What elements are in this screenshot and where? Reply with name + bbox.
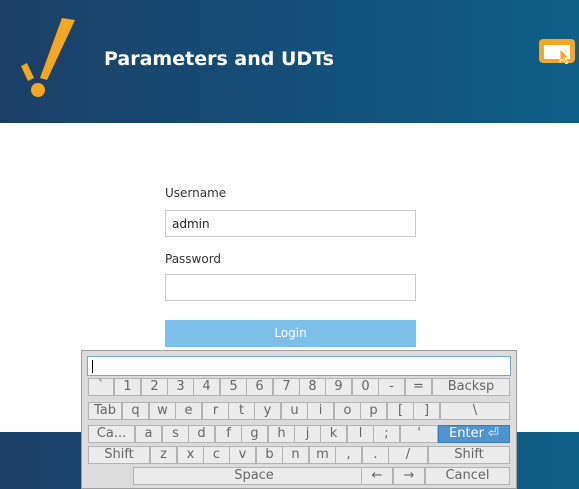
key-6[interactable]: 6 <box>246 378 273 396</box>
key-backsp[interactable]: Backsp <box>432 378 510 396</box>
key-t[interactable]: t <box>228 402 255 420</box>
key-p[interactable]: p <box>360 402 387 420</box>
key-arrow-right[interactable]: → <box>393 467 425 485</box>
key-quote[interactable]: ' <box>400 425 438 443</box>
key-caps-lock[interactable]: Ca... <box>88 425 135 443</box>
key-2[interactable]: 2 <box>141 378 168 396</box>
key-enter[interactable]: Enter ⏎ <box>438 425 510 443</box>
key-3[interactable]: 3 <box>167 378 194 396</box>
key-d[interactable]: d <box>188 425 215 443</box>
key-comma[interactable]: , <box>335 446 362 464</box>
key-v[interactable]: v <box>229 446 256 464</box>
key-i[interactable]: i <box>307 402 334 420</box>
username-label: Username <box>165 186 227 200</box>
password-field[interactable] <box>165 274 416 301</box>
app-title: Parameters and UDTs <box>104 48 334 70</box>
key-u[interactable]: u <box>281 402 308 420</box>
username-field[interactable]: admin <box>165 210 416 237</box>
text-caret <box>92 360 93 373</box>
key-backslash[interactable]: \ <box>440 402 510 420</box>
key-semicolon[interactable]: ; <box>373 425 400 443</box>
checkmark-logo-icon <box>21 18 75 97</box>
key-j[interactable]: j <box>294 425 321 443</box>
password-label: Password <box>165 252 222 266</box>
key-q[interactable]: q <box>122 402 149 420</box>
key-a[interactable]: a <box>135 425 162 443</box>
key-space[interactable]: Space <box>133 467 375 485</box>
key-9[interactable]: 9 <box>325 378 352 396</box>
key-equals[interactable]: = <box>405 378 432 396</box>
key-5[interactable]: 5 <box>220 378 247 396</box>
key-period[interactable]: . <box>362 446 389 464</box>
key-m[interactable]: m <box>309 446 336 464</box>
key-7[interactable]: 7 <box>273 378 300 396</box>
header-bar: Parameters and UDTs <box>0 0 579 123</box>
key-o[interactable]: o <box>334 402 361 420</box>
key-cancel[interactable]: Cancel <box>425 467 510 485</box>
key-4[interactable]: 4 <box>193 378 220 396</box>
key-shift-left[interactable]: Shift <box>88 446 150 464</box>
key-tab[interactable]: Tab <box>88 402 122 420</box>
login-button[interactable]: Login <box>165 320 416 347</box>
key-g[interactable]: g <box>241 425 268 443</box>
key-f[interactable]: f <box>215 425 242 443</box>
key-0[interactable]: 0 <box>352 378 379 396</box>
key-backtick[interactable]: ` <box>88 378 114 396</box>
key-bracket-left[interactable]: [ <box>387 402 414 420</box>
key-arrow-left[interactable]: ← <box>361 467 393 485</box>
on-screen-keyboard: ` 1 2 3 4 5 6 7 8 9 0- = Backsp Tab q w e r t y u i o p[] \ Ca...… <box>81 350 517 489</box>
key-shift-right[interactable]: Shift <box>428 446 510 464</box>
window-cursor-icon[interactable] <box>538 38 578 64</box>
key-k[interactable]: k <box>320 425 347 443</box>
key-l[interactable]: l <box>347 425 374 443</box>
key-s[interactable]: s <box>162 425 189 443</box>
key-8[interactable]: 8 <box>299 378 326 396</box>
keyboard-input[interactable] <box>87 356 511 376</box>
key-e[interactable]: e <box>175 402 202 420</box>
key-slash[interactable]: / <box>388 446 428 464</box>
key-bracket-right[interactable]: ] <box>413 402 440 420</box>
key-n[interactable]: n <box>282 446 309 464</box>
key-b[interactable]: b <box>256 446 283 464</box>
key-h[interactable]: h <box>268 425 295 443</box>
key-1[interactable]: 1 <box>114 378 141 396</box>
key-z[interactable]: z <box>150 446 177 464</box>
key-c[interactable]: c <box>203 446 230 464</box>
key-minus[interactable]: - <box>378 378 405 396</box>
key-w[interactable]: w <box>149 402 176 420</box>
key-x[interactable]: x <box>177 446 204 464</box>
key-y[interactable]: y <box>254 402 281 420</box>
key-r[interactable]: r <box>202 402 229 420</box>
